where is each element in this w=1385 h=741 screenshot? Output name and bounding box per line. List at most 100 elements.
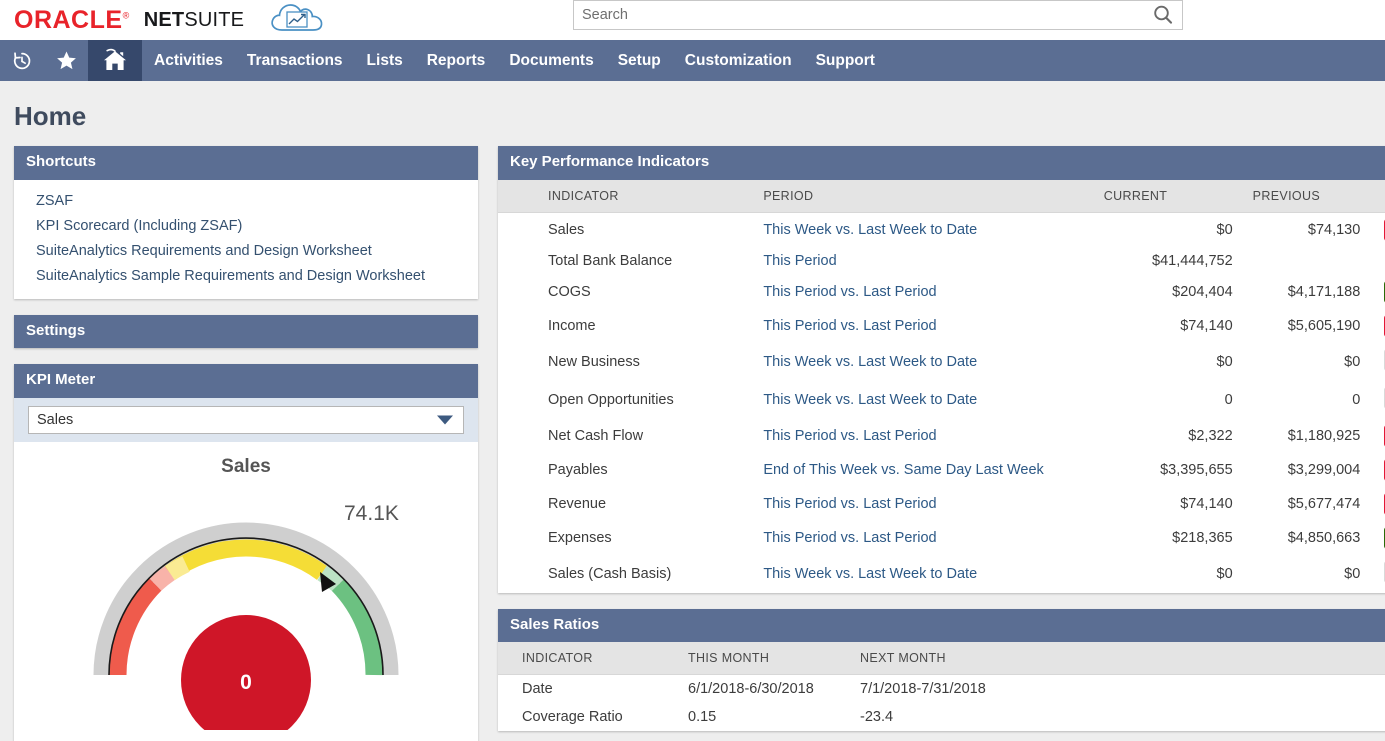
kpi-cell-change (1370, 247, 1385, 275)
kpi-cell-previous: $0 (1243, 343, 1371, 381)
kpi-cell-indicator: Expenses (498, 521, 753, 555)
kpi-gauge-title: Sales (14, 456, 478, 478)
kpi-cell-period[interactable]: This Period vs. Last Period (753, 275, 1093, 309)
favorites-star-icon[interactable] (44, 40, 88, 81)
kpi-period-link[interactable]: This Period vs. Last Period (763, 284, 936, 300)
kpi-period-link[interactable]: End of This Week vs. Same Day Last Week (763, 462, 1043, 478)
sr-col-next-month[interactable]: NEXT MONTH (850, 642, 1385, 675)
kpi-cell-current: $74,140 (1094, 309, 1243, 343)
kpi-cell-period[interactable]: This Period vs. Last Period (753, 309, 1093, 343)
kpi-col-change[interactable]: CHANGE (1370, 180, 1385, 213)
sr-cell-indicator: Coverage Ratio (498, 703, 678, 731)
home-icon[interactable] (88, 40, 142, 81)
kpi-cell-current: $0 (1094, 343, 1243, 381)
nav-item-customization[interactable]: Customization (673, 40, 804, 81)
nav-item-activities[interactable]: Activities (142, 40, 235, 81)
shortcut-link-suiteanalytics-requirements[interactable]: SuiteAnalytics Requirements and Design W… (14, 239, 478, 264)
kpi-cell-current: $2,322 (1094, 419, 1243, 453)
sr-col-this-month[interactable]: THIS MONTH (678, 642, 850, 675)
kpi-cell-period[interactable]: This Period vs. Last Period (753, 487, 1093, 521)
brand-logo[interactable]: ORACLE® NETSUITE (0, 1, 326, 40)
kpi-period-link[interactable]: This Period vs. Last Period (763, 530, 936, 546)
settings-portlet[interactable]: Settings (14, 315, 478, 349)
oracle-wordmark: ORACLE® (14, 8, 130, 33)
kpi-cell-indicator: Income (498, 309, 753, 343)
shortcut-link-suiteanalytics-sample-requirements[interactable]: SuiteAnalytics Sample Requirements and D… (14, 264, 478, 289)
kpi-period-link[interactable]: This Period (763, 253, 836, 269)
table-row: Total Bank BalanceThis Period$41,444,752 (498, 247, 1385, 275)
shortcuts-list: ZSAF KPI Scorecard (Including ZSAF) Suit… (14, 180, 478, 299)
kpi-cell-indicator: Net Cash Flow (498, 419, 753, 453)
nav-item-setup[interactable]: Setup (606, 40, 673, 81)
search-icon[interactable] (1152, 4, 1182, 26)
kpi-cell-change: 98.7% (1370, 487, 1385, 521)
kpi-period-link[interactable]: This Week vs. Last Week to Date (763, 354, 977, 370)
table-row: COGSThis Period vs. Last Period$204,404$… (498, 275, 1385, 309)
kpi-cell-period[interactable]: End of This Week vs. Same Day Last Week (753, 453, 1093, 487)
kpi-cell-change: 95.1% (1370, 275, 1385, 309)
kpi-cell-indicator: Payables (498, 453, 753, 487)
nav-item-support[interactable]: Support (804, 40, 887, 81)
kpi-cell-previous: $4,850,663 (1243, 521, 1371, 555)
kpi-period-link[interactable]: This Period vs. Last Period (763, 318, 936, 334)
kpi-col-indicator[interactable]: INDICATOR (498, 180, 753, 213)
kpi-cell-change: 95.5% (1370, 521, 1385, 555)
kpi-portlet: Key Performance Indicators INDICATOR PER… (498, 146, 1385, 593)
kpi-table-body: Sales This Week vs. Last Week to Date $0$7… (498, 212, 1385, 593)
table-row: Coverage Ratio0.15-23.4 (498, 703, 1385, 731)
kpi-gauge-max-label: 74.1K (344, 502, 399, 526)
global-search[interactable] (573, 0, 1183, 30)
kpi-cell-change: 100.0% (1370, 212, 1385, 247)
kpi-cell-period[interactable]: This Period vs. Last Period (753, 521, 1093, 555)
kpi-cell-period[interactable]: This Period (753, 247, 1093, 275)
kpi-cell-period[interactable]: This Week vs. Last Week to Date (753, 343, 1093, 381)
sr-cell-next-month: 7/1/2018-7/31/2018 (850, 675, 1385, 704)
recent-history-icon[interactable] (0, 40, 44, 81)
kpi-table: INDICATOR PERIOD CURRENT PREVIOUS CHANGE… (498, 180, 1385, 593)
kpi-period-link[interactable]: This Week vs. Last Week to Date (763, 392, 977, 408)
kpi-col-current[interactable]: CURRENT (1094, 180, 1243, 213)
shortcuts-portlet-title: Shortcuts (14, 146, 478, 180)
table-row: RevenueThis Period vs. Last Period$74,14… (498, 487, 1385, 521)
chevron-down-icon[interactable] (437, 415, 453, 424)
shortcut-link-zsaf[interactable]: ZSAF (14, 189, 478, 214)
shortcut-link-kpi-scorecard[interactable]: KPI Scorecard (Including ZSAF) (14, 214, 478, 239)
sales-ratios-portlet: Sales Ratios INDICATOR THIS MONTH NEXT M… (498, 609, 1385, 732)
kpi-col-period[interactable]: PERIOD (753, 180, 1093, 213)
kpi-portlet-title: Key Performance Indicators (498, 146, 1385, 180)
nav-item-reports[interactable]: Reports (415, 40, 498, 81)
kpi-cell-change: 0.0% (1370, 343, 1385, 381)
kpi-period-link[interactable]: This Week vs. Last Week to Date (763, 222, 977, 238)
table-row: Payables End of This Week vs. Same Day La… (498, 453, 1385, 487)
kpi-period-link[interactable]: This Period vs. Last Period (763, 496, 936, 512)
dashboard-right-column: Key Performance Indicators INDICATOR PER… (498, 146, 1385, 741)
kpi-cell-previous: 0 (1243, 381, 1371, 419)
sr-col-indicator[interactable]: INDICATOR (498, 642, 678, 675)
kpi-cell-indicator: Sales (498, 212, 753, 247)
main-navigation: Activities Transactions Lists Reports Do… (0, 40, 1385, 81)
kpi-gauge-graphic: 0 74.1K (46, 480, 446, 735)
kpi-cell-indicator: Revenue (498, 487, 753, 521)
kpi-cell-period[interactable]: This Week vs. Last Week to Date (753, 555, 1093, 593)
kpi-period-link[interactable]: This Week vs. Last Week to Date (763, 566, 977, 582)
kpi-cell-period[interactable]: This Week vs. Last Week to Date (753, 381, 1093, 419)
kpi-meter-select[interactable]: Sales (28, 406, 464, 434)
sales-ratios-header-row: INDICATOR THIS MONTH NEXT MONTH (498, 642, 1385, 675)
kpi-cell-period[interactable]: This Week vs. Last Week to Date (753, 212, 1093, 247)
kpi-gauge: Sales (14, 442, 478, 741)
nav-item-documents[interactable]: Documents (497, 40, 605, 81)
nav-item-lists[interactable]: Lists (355, 40, 415, 81)
nav-item-transactions[interactable]: Transactions (235, 40, 355, 81)
kpi-cell-previous: $5,677,474 (1243, 487, 1371, 521)
kpi-cell-period[interactable]: This Period vs. Last Period (753, 419, 1093, 453)
kpi-cell-indicator: Sales (Cash Basis) (498, 555, 753, 593)
kpi-meter-selected-value: Sales (37, 412, 73, 428)
kpi-col-previous[interactable]: PREVIOUS (1243, 180, 1371, 213)
table-row: SalesThis Week vs. Last Week to Date$0$7… (498, 212, 1385, 247)
table-row: Sales (Cash Basis) This Week vs. Last Wee… (498, 555, 1385, 593)
oracle-text: ORACLE (14, 6, 123, 34)
kpi-period-link[interactable]: This Period vs. Last Period (763, 428, 936, 444)
kpi-cell-indicator: Open Opportunities (498, 381, 753, 419)
dashboard-left-column: Shortcuts ZSAF KPI Scorecard (Including … (14, 146, 478, 741)
search-input[interactable] (574, 7, 1152, 23)
